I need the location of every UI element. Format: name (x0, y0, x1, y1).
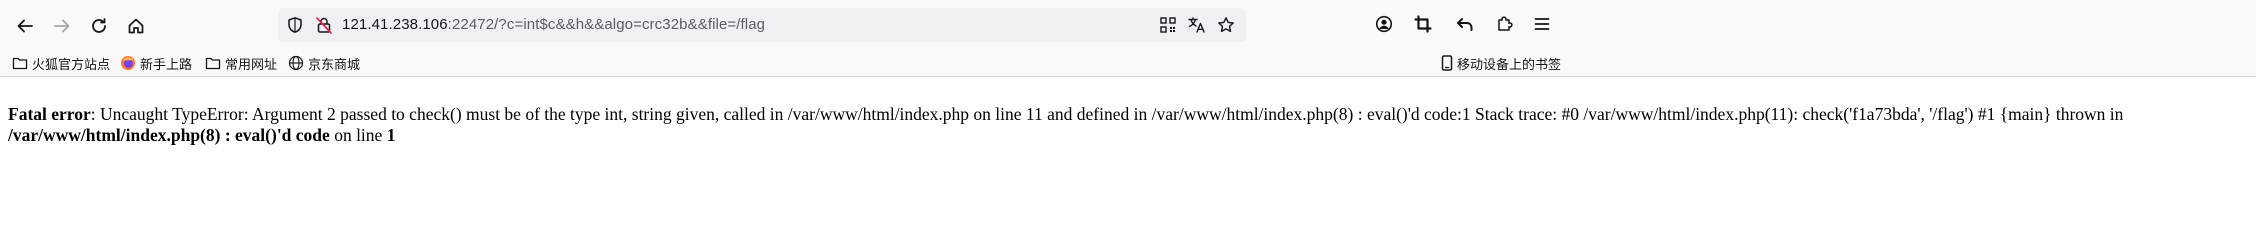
url-text[interactable]: 121.41.238.106:22472/?c=int$c&&h&&algo=c… (342, 16, 765, 33)
url-path: :22472/?c=int$c&&h&&algo=crc32b&&file=/f… (447, 16, 766, 33)
bookmark-getting-started[interactable]: 新手上路 (120, 52, 192, 74)
translate-icon[interactable] (1187, 15, 1207, 35)
error-heading: Fatal error (8, 104, 91, 124)
firefox-icon (120, 55, 136, 71)
page-content: Fatal error: Uncaught TypeError: Argumen… (8, 104, 2248, 146)
menu-button[interactable] (1526, 10, 1558, 42)
bookmark-firefox-official[interactable]: 火狐官方站点 (12, 52, 110, 74)
error-line-number: 1 (386, 125, 396, 145)
bookmark-label: 移动设备上的书签 (1457, 56, 1562, 72)
error-location: /var/www/html/index.php(8) : eval()'d co… (8, 125, 330, 145)
bookmark-label: 火狐官方站点 (32, 56, 111, 72)
menu-icon (1533, 15, 1551, 38)
screenshot-button[interactable] (1407, 10, 1439, 42)
home-button[interactable] (120, 10, 152, 42)
screenshot-crop-icon (1414, 14, 1432, 38)
shield-icon[interactable] (285, 15, 305, 35)
insecure-lock-icon[interactable] (314, 15, 334, 35)
folder-icon (12, 55, 28, 71)
error-message: : Uncaught TypeError: Argument 2 passed … (90, 104, 2124, 124)
undo-icon (1456, 15, 1474, 38)
reload-icon (90, 17, 108, 35)
folder-icon (205, 55, 221, 71)
bookmark-label: 常用网址 (225, 56, 278, 72)
arrow-left-icon (16, 17, 34, 35)
error-on-line-text: on line (329, 125, 387, 145)
reload-button[interactable] (83, 10, 115, 42)
extensions-button[interactable] (1489, 10, 1521, 42)
bookmark-common-sites[interactable]: 常用网址 (205, 52, 277, 74)
browser-toolbar: 121.41.238.106:22472/?c=int$c&&h&&algo=c… (0, 0, 2256, 50)
forward-button[interactable] (46, 10, 78, 42)
bookmark-label: 新手上路 (140, 56, 193, 72)
extensions-icon (1496, 15, 1514, 38)
bookmarks-toolbar: 火狐官方站点 新手上路 常用网址 京东商城 移动设备上的书签 (0, 50, 2256, 77)
url-bar[interactable]: 121.41.238.106:22472/?c=int$c&&h&&algo=c… (278, 8, 1246, 42)
bookmark-jd-mall[interactable]: 京东商城 (288, 52, 360, 74)
mobile-icon (1439, 55, 1455, 71)
undo-button[interactable] (1449, 10, 1481, 42)
qr-code-icon[interactable] (1158, 15, 1178, 35)
globe-icon (288, 55, 304, 71)
url-host: 121.41.238.106 (342, 16, 448, 33)
bookmark-mobile[interactable]: 移动设备上的书签 (1439, 52, 1561, 74)
account-icon (1375, 15, 1393, 38)
back-button[interactable] (9, 10, 41, 42)
arrow-right-icon (53, 17, 71, 35)
home-icon (127, 17, 145, 35)
account-button[interactable] (1368, 10, 1400, 42)
bookmark-star-icon[interactable] (1216, 15, 1236, 35)
bookmark-label: 京东商城 (308, 56, 361, 72)
